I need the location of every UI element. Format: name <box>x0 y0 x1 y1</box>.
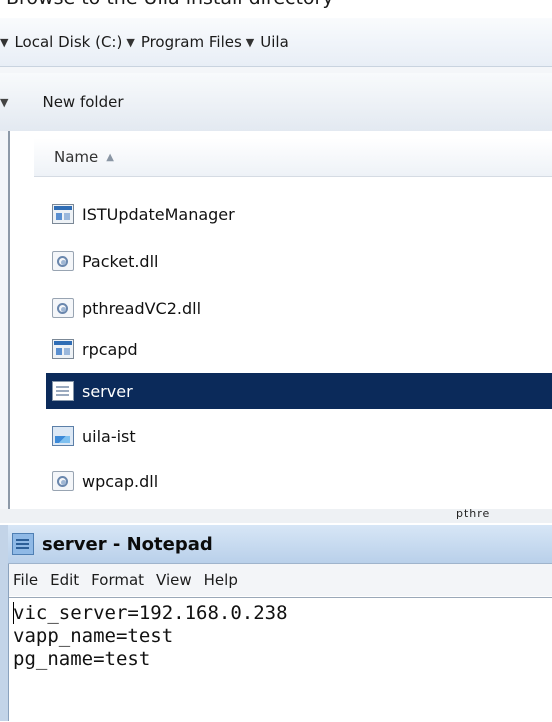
command-toolbar: ▼ New folder <box>0 73 552 132</box>
menu-help[interactable]: Help <box>204 571 238 589</box>
cropped-caption-strip: Browse to the Uila install directory <box>0 0 552 18</box>
new-folder-button[interactable]: New folder <box>42 93 123 111</box>
text-line: pg_name=test <box>13 648 151 670</box>
notepad-menu-bar: File Edit Format View Help <box>9 564 552 596</box>
menu-edit[interactable]: Edit <box>50 571 79 589</box>
dll-file-icon <box>52 298 74 318</box>
column-header-name[interactable]: Name ▲ <box>34 138 552 177</box>
breadcrumb-item-uila[interactable]: Uila <box>260 33 289 51</box>
dll-file-icon <box>52 251 74 271</box>
file-name: Packet.dll <box>82 251 159 271</box>
text-line: vic_server=192.168.0.238 <box>13 602 288 624</box>
file-row-istupdatemanager[interactable]: ISTUpdateManager <box>46 196 552 232</box>
address-bar[interactable]: ▼ Local Disk (C:) ▼ Program Files ▼ Uila <box>0 18 552 67</box>
file-row-pthreadvc2-dll[interactable]: pthreadVC2.dll <box>46 290 552 326</box>
text-file-icon <box>52 381 74 401</box>
breadcrumb-item-local-disk[interactable]: Local Disk (C:) <box>14 33 122 51</box>
application-icon <box>52 339 74 359</box>
application-icon <box>52 204 74 224</box>
notepad-text-area[interactable]: vic_server=192.168.0.238 vapp_name=test … <box>9 597 552 722</box>
dll-file-icon <box>52 471 74 491</box>
menu-view[interactable]: View <box>156 571 192 589</box>
file-name: server <box>82 381 133 401</box>
breadcrumb-item-program-files[interactable]: Program Files <box>141 33 242 51</box>
menu-file[interactable]: File <box>13 571 38 589</box>
file-name: ISTUpdateManager <box>82 204 235 224</box>
navigation-pane-edge[interactable] <box>0 131 10 509</box>
menu-format[interactable]: Format <box>91 571 144 589</box>
overlapped-text-fragment: pthre <box>456 509 491 520</box>
file-row-rpcapd[interactable]: rpcapd <box>46 331 552 367</box>
file-row-packet-dll[interactable]: Packet.dll <box>46 243 552 279</box>
breadcrumb-chevron-icon[interactable]: ▼ <box>0 36 8 49</box>
column-header-label: Name <box>54 148 99 166</box>
image-file-icon <box>52 426 74 446</box>
organize-dropdown-chevron-icon[interactable]: ▼ <box>0 96 8 109</box>
cropped-caption-text: Browse to the Uila install directory <box>6 0 334 9</box>
overlapped-window-peek: pthre <box>0 509 552 523</box>
file-name: wpcap.dll <box>82 471 159 491</box>
text-line: vapp_name=test <box>13 625 174 647</box>
file-row-uila-ist[interactable]: uila-ist <box>46 418 552 454</box>
breadcrumb-chevron-icon[interactable]: ▼ <box>246 36 254 49</box>
file-name: rpcapd <box>82 339 138 359</box>
file-name: pthreadVC2.dll <box>82 298 202 318</box>
file-row-wpcap-dll[interactable]: wpcap.dll <box>46 463 552 499</box>
breadcrumb-chevron-icon[interactable]: ▼ <box>126 36 134 49</box>
notepad-app-icon[interactable] <box>12 533 34 555</box>
notepad-window-title: server - Notepad <box>42 533 213 555</box>
file-name: uila-ist <box>82 426 136 446</box>
sort-ascending-icon: ▲ <box>106 151 114 163</box>
notepad-title-bar[interactable]: server - Notepad <box>8 525 552 564</box>
file-row-server-selected[interactable]: server <box>46 373 552 409</box>
